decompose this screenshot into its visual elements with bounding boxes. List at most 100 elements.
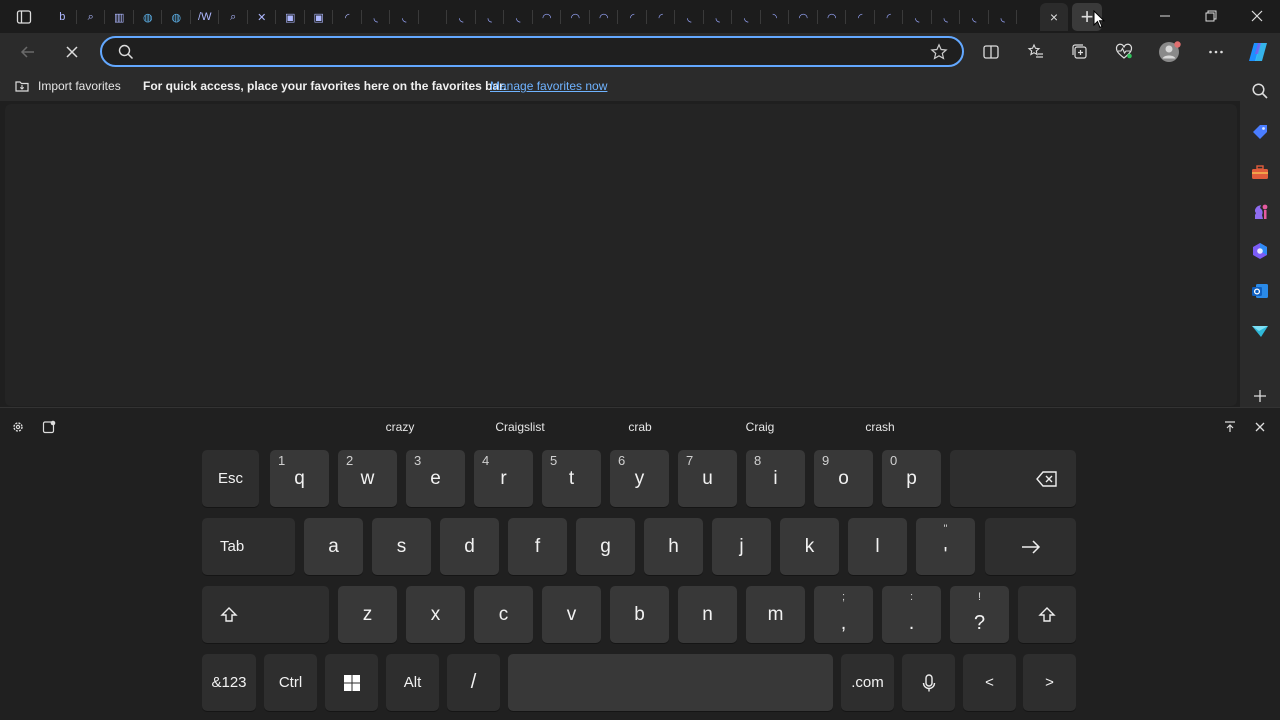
tab-21[interactable]: ◜ xyxy=(618,3,647,31)
suggestion-2[interactable]: Craigslist xyxy=(495,420,544,434)
key-k[interactable]: k xyxy=(780,518,839,575)
key-apostrophe[interactable]: " ' xyxy=(916,518,975,575)
sidebar-outlook-button[interactable] xyxy=(1249,280,1271,302)
tab-6[interactable]: /W xyxy=(191,3,220,31)
key-q[interactable]: 1q xyxy=(270,450,329,507)
key-y[interactable]: 6y xyxy=(610,450,669,507)
close-window-button[interactable] xyxy=(1235,4,1279,28)
tab-5[interactable]: ◍ xyxy=(162,3,191,31)
key-comma[interactable]: ;, xyxy=(814,586,873,643)
key-v[interactable]: v xyxy=(542,586,601,643)
tab-26[interactable]: ◝ xyxy=(761,3,790,31)
key-t[interactable]: 5t xyxy=(542,450,601,507)
keyboard-close-button[interactable] xyxy=(1252,419,1268,435)
favorites-button[interactable] xyxy=(1021,38,1051,66)
dotcom-key[interactable]: .com xyxy=(841,654,894,711)
key-f[interactable]: f xyxy=(508,518,567,575)
key-z[interactable]: z xyxy=(338,586,397,643)
key-question[interactable]: !? xyxy=(950,586,1009,643)
import-favorites-button[interactable]: Import favorites xyxy=(14,78,121,94)
sidebar-tools-button[interactable] xyxy=(1249,161,1271,183)
key-g[interactable]: g xyxy=(576,518,635,575)
key-h[interactable]: h xyxy=(644,518,703,575)
tab-22[interactable]: ◜ xyxy=(647,3,676,31)
back-button[interactable] xyxy=(13,38,43,66)
shift-key-left[interactable] xyxy=(202,586,329,643)
tab-4[interactable]: ◍ xyxy=(134,3,163,31)
tab-key[interactable]: Tab xyxy=(202,518,295,575)
tab-2[interactable]: ⌕ xyxy=(77,3,106,31)
tab-actions-button[interactable] xyxy=(10,5,38,29)
key-o[interactable]: 9o xyxy=(814,450,873,507)
esc-key[interactable]: Esc xyxy=(202,450,259,507)
tab-8[interactable]: ✕ xyxy=(248,3,277,31)
address-bar[interactable] xyxy=(100,36,964,67)
tab-24[interactable]: ◟ xyxy=(704,3,733,31)
microphone-key[interactable] xyxy=(902,654,955,711)
collections-button[interactable] xyxy=(1065,38,1095,66)
sidebar-games-button[interactable] xyxy=(1249,201,1271,223)
key-a[interactable]: a xyxy=(304,518,363,575)
key-p[interactable]: 0p xyxy=(882,450,941,507)
tab-33[interactable]: ◟ xyxy=(960,3,989,31)
tab-20[interactable]: ◠ xyxy=(590,3,619,31)
copilot-button[interactable] xyxy=(1243,38,1273,66)
key-i[interactable]: 8i xyxy=(746,450,805,507)
ctrl-key[interactable]: Ctrl xyxy=(264,654,317,711)
stop-loading-button[interactable] xyxy=(57,38,87,66)
restore-button[interactable] xyxy=(1189,4,1233,28)
tab-14[interactable] xyxy=(419,3,448,31)
suggestion-5[interactable]: crash xyxy=(865,420,894,434)
key-m[interactable]: m xyxy=(746,586,805,643)
tab-10[interactable]: ▣ xyxy=(305,3,334,31)
key-b[interactable]: b xyxy=(610,586,669,643)
minimize-button[interactable] xyxy=(1143,4,1187,28)
slash-key[interactable]: / xyxy=(447,654,500,711)
tab-9[interactable]: ▣ xyxy=(276,3,305,31)
sidebar-add-button[interactable] xyxy=(1249,385,1271,407)
tab-27[interactable]: ◠ xyxy=(789,3,818,31)
tab-3[interactable]: ▥ xyxy=(105,3,134,31)
tab-31[interactable]: ◟ xyxy=(903,3,932,31)
enter-key[interactable] xyxy=(985,518,1076,575)
tab-16[interactable]: ◟ xyxy=(476,3,505,31)
key-period[interactable]: :. xyxy=(882,586,941,643)
tab-7[interactable]: ⌕ xyxy=(219,3,248,31)
browser-essentials-button[interactable] xyxy=(1109,38,1139,66)
tab-12[interactable]: ◟ xyxy=(362,3,391,31)
tab-25[interactable]: ◟ xyxy=(732,3,761,31)
backspace-key[interactable] xyxy=(950,450,1076,507)
tab-23[interactable]: ◟ xyxy=(675,3,704,31)
sidebar-search-button[interactable] xyxy=(1249,80,1271,102)
favorite-star-icon[interactable] xyxy=(930,43,948,61)
tab-29[interactable]: ◜ xyxy=(846,3,875,31)
key-r[interactable]: 4r xyxy=(474,450,533,507)
key-w[interactable]: 2w xyxy=(338,450,397,507)
key-x[interactable]: x xyxy=(406,586,465,643)
shift-key-right[interactable] xyxy=(1018,586,1076,643)
alt-key[interactable]: Alt xyxy=(386,654,439,711)
split-screen-button[interactable] xyxy=(976,38,1006,66)
key-u[interactable]: 7u xyxy=(678,450,737,507)
suggestion-4[interactable]: Craig xyxy=(746,420,775,434)
tab-17[interactable]: ◟ xyxy=(504,3,533,31)
keyboard-settings-button[interactable] xyxy=(10,419,26,435)
space-key[interactable] xyxy=(508,654,833,711)
key-d[interactable]: d xyxy=(440,518,499,575)
suggestion-1[interactable]: crazy xyxy=(386,420,415,434)
active-tab[interactable]: × xyxy=(1040,3,1068,31)
tab-15[interactable]: ◟ xyxy=(447,3,476,31)
tab-13[interactable]: ◟ xyxy=(390,3,419,31)
settings-more-button[interactable] xyxy=(1201,38,1231,66)
profile-button[interactable] xyxy=(1155,38,1185,66)
key-c[interactable]: c xyxy=(474,586,533,643)
key-l[interactable]: l xyxy=(848,518,907,575)
tab-28[interactable]: ◠ xyxy=(818,3,847,31)
key-e[interactable]: 3e xyxy=(406,450,465,507)
arrow-right-key[interactable]: > xyxy=(1023,654,1076,711)
suggestion-3[interactable]: crab xyxy=(628,420,651,434)
windows-key[interactable] xyxy=(325,654,378,711)
arrow-left-key[interactable]: < xyxy=(963,654,1016,711)
symbols-key[interactable]: &123 xyxy=(202,654,256,711)
sidebar-shopping-button[interactable] xyxy=(1249,121,1271,143)
